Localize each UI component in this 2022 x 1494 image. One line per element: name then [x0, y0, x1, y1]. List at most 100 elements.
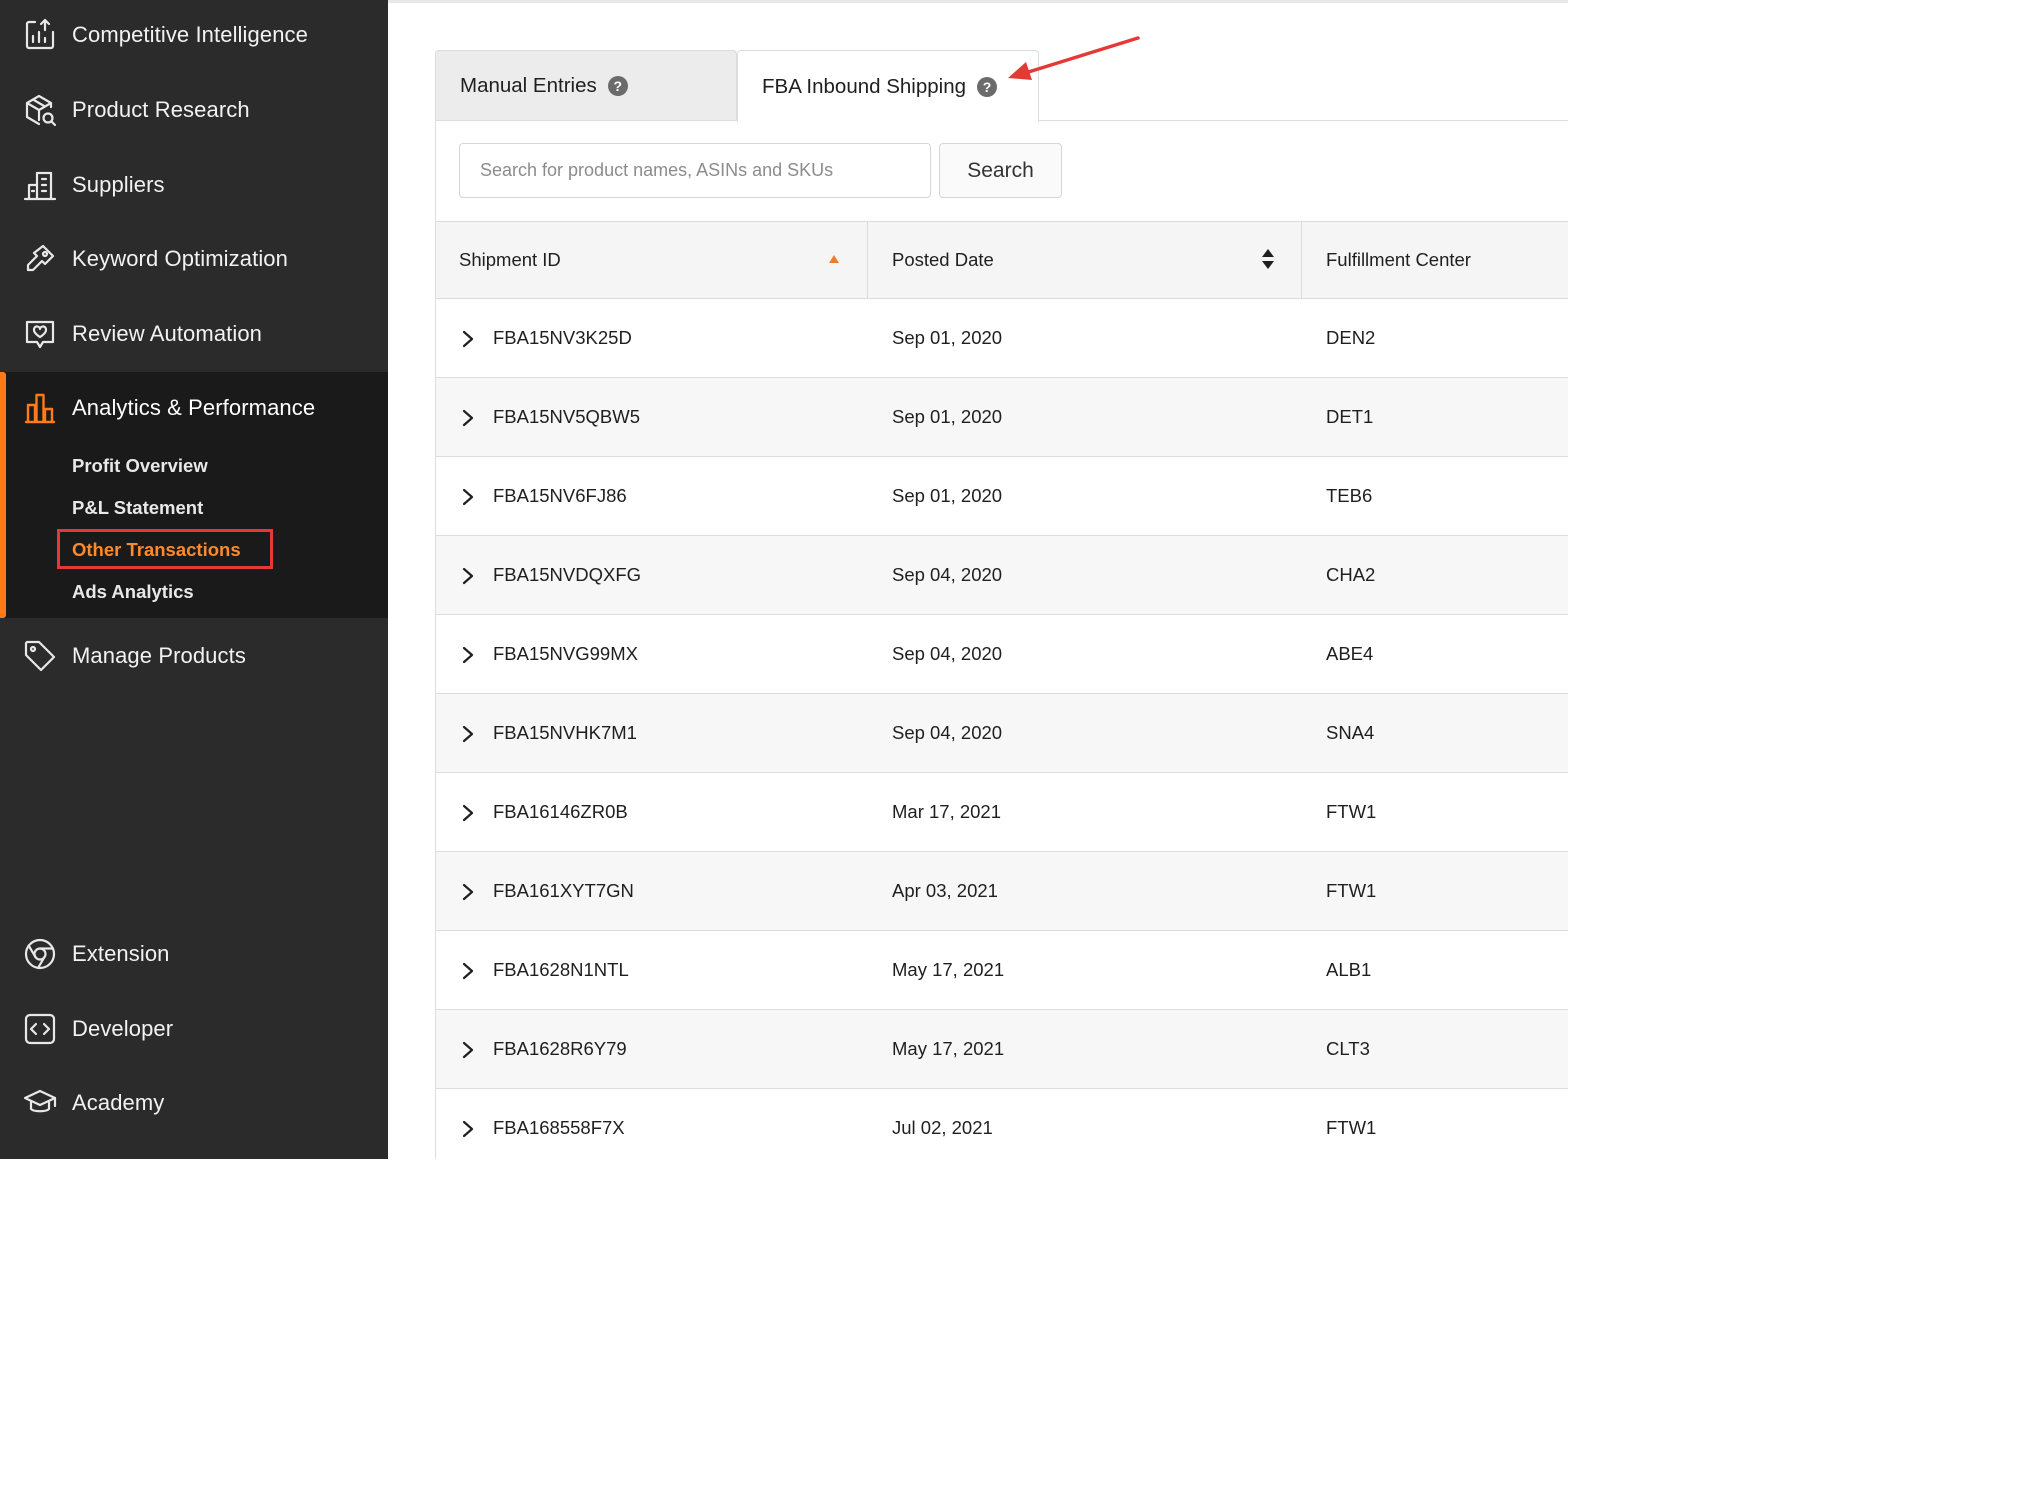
posted-date: May 17, 2021	[892, 1038, 1005, 1059]
nav-keyword-optimization[interactable]: Keyword Optimization	[0, 229, 388, 289]
fulfillment-center: FTW1	[1326, 1117, 1377, 1138]
header-divider	[388, 0, 1568, 3]
nav-suppliers[interactable]: Suppliers	[0, 155, 388, 215]
help-icon[interactable]: ?	[977, 76, 998, 97]
shipment-id: FBA1628R6Y79	[493, 1038, 627, 1059]
chevron-right-icon[interactable]	[460, 1040, 476, 1060]
shipment-id: FBA15NVG99MX	[493, 643, 638, 664]
nav-label: Academy	[72, 1090, 165, 1115]
sort-ascending-icon[interactable]	[829, 255, 839, 263]
table-row[interactable]: FBA15NVG99MX Sep 04, 2020 ABE4	[436, 615, 1568, 694]
nav-analytics-performance[interactable]: Analytics & Performance	[0, 378, 388, 438]
nav-label: Review Automation	[72, 321, 263, 346]
nav-review-automation[interactable]: Review Automation	[0, 304, 388, 364]
fulfillment-center: DEN2	[1326, 327, 1376, 348]
fulfillment-center: DET1	[1326, 406, 1374, 427]
nav-label: Product Research	[72, 97, 250, 122]
posted-date: Mar 17, 2021	[892, 801, 1002, 822]
posted-date: Sep 01, 2020	[892, 406, 1003, 427]
chevron-right-icon[interactable]	[460, 961, 476, 981]
table-row[interactable]: FBA1628N1NTL May 17, 2021 ALB1	[436, 931, 1568, 1010]
subnav-ads-analytics[interactable]: Ads Analytics	[72, 581, 194, 603]
key-icon	[22, 241, 58, 277]
fulfillment-center: TEB6	[1326, 485, 1373, 506]
table-row[interactable]: FBA16146ZR0B Mar 17, 2021 FTW1	[436, 773, 1568, 852]
table-row[interactable]: FBA15NV3K25D Sep 01, 2020 DEN2	[436, 299, 1568, 378]
shipment-id: FBA15NVDQXFG	[493, 564, 642, 585]
posted-date: Sep 04, 2020	[892, 643, 1003, 664]
building-icon	[22, 167, 58, 203]
chevron-right-icon[interactable]	[460, 1119, 476, 1139]
nav-extension[interactable]: Extension	[0, 924, 388, 984]
nav-label: Analytics & Performance	[72, 395, 316, 420]
nav-label: Keyword Optimization	[72, 246, 288, 271]
column-header-posted-date[interactable]: Posted Date	[892, 222, 994, 298]
fulfillment-center: CHA2	[1326, 564, 1376, 585]
chevron-right-icon[interactable]	[460, 329, 476, 349]
sort-toggle-icon[interactable]	[1262, 249, 1274, 271]
nav-label: Extension	[72, 941, 170, 966]
code-icon	[22, 1011, 58, 1047]
annotation-highlight-box	[57, 529, 273, 569]
tab-manual-entries[interactable]: Manual Entries ?	[435, 50, 737, 120]
chevron-right-icon[interactable]	[460, 724, 476, 744]
fulfillment-center: CLT3	[1326, 1038, 1370, 1059]
column-header-fulfillment-center[interactable]: Fulfillment Center	[1326, 222, 1471, 298]
fulfillment-center: SNA4	[1326, 722, 1375, 743]
chrome-icon	[22, 936, 58, 972]
bar-chart-icon	[22, 390, 58, 426]
nav-competitive-intelligence[interactable]: Competitive Intelligence	[0, 5, 388, 65]
table-row[interactable]: FBA15NVDQXFG Sep 04, 2020 CHA2	[436, 536, 1568, 615]
chevron-right-icon[interactable]	[460, 645, 476, 665]
posted-date: May 17, 2021	[892, 959, 1005, 980]
search-button[interactable]: Search	[939, 143, 1062, 198]
table-header: Shipment ID Posted Date Fulfillment Cent…	[436, 221, 1568, 299]
tab-label: FBA Inbound Shipping	[762, 74, 967, 98]
table-row[interactable]: FBA15NV5QBW5 Sep 01, 2020 DET1	[436, 378, 1568, 457]
nav-label: Manage Products	[72, 643, 246, 668]
chevron-right-icon[interactable]	[460, 882, 476, 902]
nav-academy[interactable]: Academy	[0, 1073, 388, 1133]
fulfillment-center: ABE4	[1326, 643, 1374, 664]
heart-chat-icon	[22, 316, 58, 352]
chevron-right-icon[interactable]	[460, 566, 476, 586]
subnav-pl-statement[interactable]: P&L Statement	[72, 497, 203, 519]
tab-label: Manual Entries	[460, 73, 597, 97]
posted-date: Sep 04, 2020	[892, 564, 1003, 585]
chevron-right-icon[interactable]	[460, 408, 476, 428]
chevron-right-icon[interactable]	[460, 803, 476, 823]
chevron-right-icon[interactable]	[460, 487, 476, 507]
search-input[interactable]	[459, 143, 931, 198]
table-row[interactable]: FBA1628R6Y79 May 17, 2021 CLT3	[436, 1010, 1568, 1089]
fulfillment-center: FTW1	[1326, 801, 1377, 822]
fulfillment-center: FTW1	[1326, 880, 1377, 901]
nav-manage-products[interactable]: Manage Products	[0, 626, 388, 686]
shipment-id: FBA161XYT7GN	[493, 880, 634, 901]
posted-date: Sep 01, 2020	[892, 327, 1003, 348]
tab-fba-inbound-shipping[interactable]: FBA Inbound Shipping ?	[737, 50, 1039, 122]
nav-developer[interactable]: Developer	[0, 999, 388, 1059]
shipment-id: FBA1628N1NTL	[493, 959, 629, 980]
column-divider	[1301, 222, 1302, 298]
nav-label: Competitive Intelligence	[72, 22, 308, 47]
shipment-id: FBA15NV5QBW5	[493, 406, 641, 427]
shipment-id: FBA16146ZR0B	[493, 801, 628, 822]
graduation-cap-icon	[22, 1085, 58, 1121]
column-header-shipment-id[interactable]: Shipment ID	[459, 222, 561, 298]
subnav-profit-overview[interactable]: Profit Overview	[72, 455, 208, 477]
chart-upload-icon	[22, 17, 58, 53]
shipment-id: FBA15NV3K25D	[493, 327, 632, 348]
table-row[interactable]: FBA15NVHK7M1 Sep 04, 2020 SNA4	[436, 694, 1568, 773]
nav-label: Suppliers	[72, 172, 165, 197]
nav-product-research[interactable]: Product Research	[0, 80, 388, 140]
help-icon[interactable]: ?	[607, 75, 628, 96]
posted-date: Sep 04, 2020	[892, 722, 1003, 743]
table-row[interactable]: FBA161XYT7GN Apr 03, 2021 FTW1	[436, 852, 1568, 931]
box-search-icon	[22, 92, 58, 128]
table-row[interactable]: FBA168558F7X Jul 02, 2021 FTW1	[436, 1089, 1568, 1168]
table-row[interactable]: FBA15NV6FJ86 Sep 01, 2020 TEB6	[436, 457, 1568, 536]
shipment-id: FBA168558F7X	[493, 1117, 625, 1138]
shipment-id: FBA15NV6FJ86	[493, 485, 627, 506]
tag-icon	[22, 638, 58, 674]
posted-date: Jul 02, 2021	[892, 1117, 993, 1138]
